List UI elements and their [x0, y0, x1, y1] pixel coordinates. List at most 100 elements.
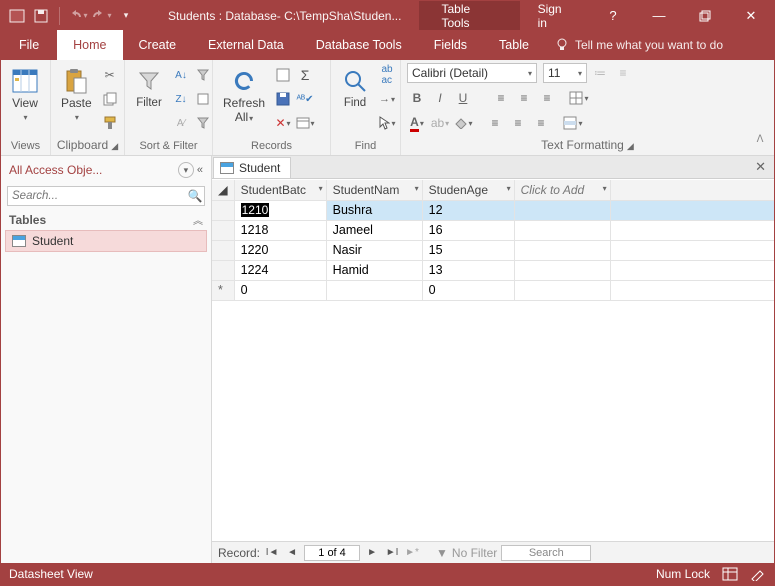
decrease-indent-icon[interactable]: ≡	[531, 113, 551, 133]
copy-icon[interactable]	[100, 89, 120, 109]
numbering-icon[interactable]: ≡	[613, 63, 633, 83]
tab-file[interactable]: File	[1, 30, 57, 60]
undo-icon[interactable]: ▾	[68, 6, 88, 26]
nav-item-student[interactable]: Student	[5, 230, 207, 252]
selection-filter-icon[interactable]	[193, 65, 213, 85]
ribbon-collapse-icon[interactable]: ᐱ	[751, 134, 769, 145]
column-header-age[interactable]: StudenAge▾	[422, 180, 514, 200]
tab-home[interactable]: Home	[57, 30, 122, 60]
paste-button[interactable]: Paste▾	[55, 63, 98, 135]
column-header-batch[interactable]: StudentBatc▾	[234, 180, 326, 200]
save-icon[interactable]	[31, 6, 51, 26]
row-selector[interactable]	[212, 260, 234, 280]
remove-sort-icon[interactable]: A⁄	[171, 113, 191, 133]
redo-icon[interactable]: ▾	[92, 6, 112, 26]
save-record-icon[interactable]	[273, 89, 293, 109]
fill-color-icon[interactable]: ▾	[453, 113, 473, 133]
sort-desc-icon[interactable]: Z↓	[171, 89, 191, 109]
advanced-filter-icon[interactable]	[193, 89, 213, 109]
last-record-button[interactable]: ►I	[384, 545, 400, 561]
bold-button[interactable]: B	[407, 88, 427, 108]
minimize-button[interactable]: —	[636, 1, 682, 30]
font-color-icon[interactable]: A▾	[407, 113, 427, 133]
cell-batch[interactable]: 1224	[234, 260, 326, 280]
sign-in-link[interactable]: Sign in	[520, 2, 590, 30]
tab-database-tools[interactable]: Database Tools	[300, 30, 418, 60]
tab-table[interactable]: Table	[483, 30, 545, 60]
search-icon[interactable]: 🔍	[186, 189, 204, 203]
cell-name[interactable]	[326, 280, 422, 300]
tab-fields[interactable]: Fields	[418, 30, 483, 60]
refresh-all-button[interactable]: Refresh All▾	[217, 63, 271, 135]
cell-name[interactable]: Nasir	[326, 240, 422, 260]
row-selector[interactable]	[212, 200, 234, 220]
alt-fill-icon[interactable]: ▾	[563, 113, 583, 133]
view-design-icon[interactable]	[750, 567, 766, 581]
align-center-icon[interactable]: ≡	[514, 88, 534, 108]
restore-button[interactable]	[682, 1, 728, 30]
new-record-row[interactable]: * 0 0	[212, 280, 774, 300]
filter-indicator-icon[interactable]: ▼	[436, 546, 448, 560]
toggle-filter-icon[interactable]	[193, 113, 213, 133]
cell-age[interactable]: 15	[422, 240, 514, 260]
highlight-icon[interactable]: ab▾	[430, 113, 450, 133]
bullets-icon[interactable]: ≔	[590, 63, 610, 83]
delete-record-icon[interactable]: ✕▾	[273, 113, 293, 133]
tell-me-box[interactable]: Tell me what you want to do	[545, 30, 733, 60]
cell-batch[interactable]: 1210	[234, 200, 326, 220]
align-grid-icon[interactable]: ≡	[485, 113, 505, 133]
align-left-icon[interactable]: ≡	[491, 88, 511, 108]
gridlines-icon[interactable]: ▾	[569, 88, 589, 108]
new-record-button[interactable]: ►*	[404, 545, 420, 561]
tab-create[interactable]: Create	[123, 30, 193, 60]
view-button[interactable]: View▾	[5, 63, 45, 135]
document-tab-student[interactable]: Student	[213, 157, 291, 178]
format-painter-icon[interactable]	[100, 113, 120, 133]
more-records-icon[interactable]: ▾	[295, 113, 315, 133]
nav-search-input[interactable]	[8, 190, 186, 202]
nav-search-box[interactable]: 🔍	[7, 186, 205, 206]
spelling-icon[interactable]: ᴬᴮ✔	[295, 89, 315, 109]
select-icon[interactable]: ▾	[377, 113, 397, 133]
filter-button[interactable]: Filter	[129, 63, 169, 135]
cut-icon[interactable]: ✂	[100, 65, 120, 85]
table-row[interactable]: 1220 Nasir 15	[212, 240, 774, 260]
font-size-select[interactable]: 11▾	[543, 63, 587, 83]
first-record-button[interactable]: I◄	[264, 545, 280, 561]
replace-icon[interactable]: abac	[377, 65, 397, 85]
cell-name[interactable]: Hamid	[326, 260, 422, 280]
new-record-indicator[interactable]: *	[212, 280, 234, 300]
column-header-name[interactable]: StudentNam▾	[326, 180, 422, 200]
collapse-group-icon[interactable]: ︽	[193, 212, 203, 227]
table-row[interactable]: 1218 Jameel 16	[212, 220, 774, 240]
table-row[interactable]: 1210 Bushra 12	[212, 200, 774, 220]
cell-batch[interactable]: 1220	[234, 240, 326, 260]
help-icon[interactable]: ?	[590, 1, 636, 30]
increase-indent-icon[interactable]: ≡	[508, 113, 528, 133]
nav-menu-chevron-icon[interactable]: ▾	[178, 162, 194, 178]
goto-icon[interactable]: →▾	[377, 89, 397, 109]
nav-title[interactable]: All Access Obje...	[9, 163, 102, 177]
find-button[interactable]: Find	[335, 63, 375, 135]
cell-age[interactable]: 16	[422, 220, 514, 240]
new-record-icon[interactable]	[273, 65, 293, 85]
qat-customize-icon[interactable]: ▾	[116, 6, 136, 26]
close-button[interactable]: ✕	[728, 1, 774, 30]
nav-collapse-icon[interactable]: «	[197, 164, 203, 176]
totals-icon[interactable]: Σ	[295, 65, 315, 85]
cell-name[interactable]: Bushra	[326, 200, 422, 220]
view-datasheet-icon[interactable]	[722, 567, 738, 581]
cell-name[interactable]: Jameel	[326, 220, 422, 240]
align-right-icon[interactable]: ≡	[537, 88, 557, 108]
italic-button[interactable]: I	[430, 88, 450, 108]
datasheet[interactable]: ◢ StudentBatc▾ StudentNam▾ StudenAge▾ Cl…	[212, 179, 774, 541]
row-selector[interactable]	[212, 220, 234, 240]
cell-age[interactable]: 13	[422, 260, 514, 280]
select-all-corner[interactable]: ◢	[212, 180, 234, 200]
next-record-button[interactable]: ►	[364, 545, 380, 561]
close-tab-icon[interactable]: ✕	[755, 159, 766, 175]
record-search-input[interactable]	[501, 545, 591, 561]
sort-asc-icon[interactable]: A↓	[171, 65, 191, 85]
table-row[interactable]: 1224 Hamid 13	[212, 260, 774, 280]
row-selector[interactable]	[212, 240, 234, 260]
